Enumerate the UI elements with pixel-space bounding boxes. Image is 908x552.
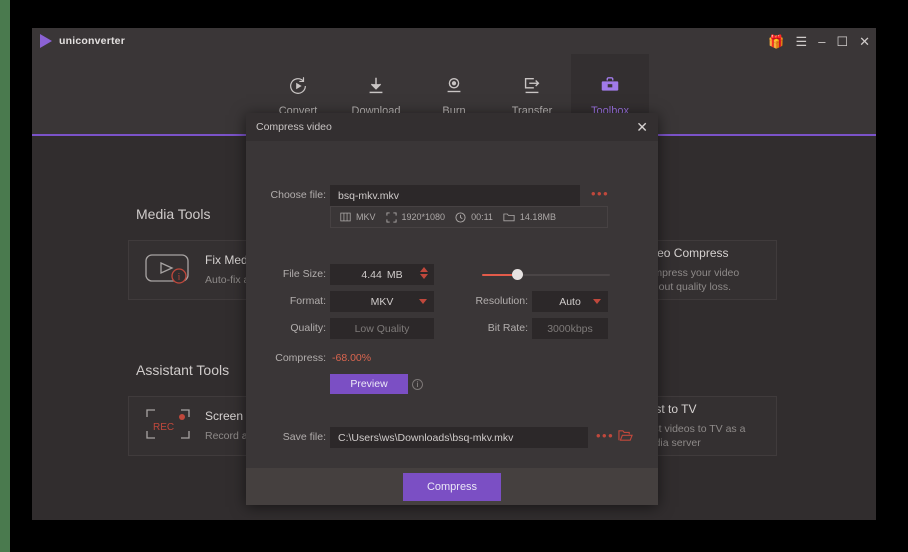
folder-icon	[503, 213, 515, 222]
resolution-icon	[385, 211, 397, 223]
film-icon	[340, 212, 351, 222]
bit-rate-label: Bit Rate:	[487, 322, 528, 334]
download-icon	[365, 74, 387, 98]
folder-open-icon[interactable]	[618, 429, 633, 447]
burn-icon	[443, 74, 465, 98]
save-file-input[interactable]: C:\Users\ws\Downloads\bsq-mkv.mkv	[330, 427, 588, 448]
meta-format: MKV	[340, 212, 376, 222]
format-value: MKV	[370, 295, 394, 308]
card-text-cast-to-tv: Cast to TV Cast videos to TV as a media …	[640, 402, 760, 450]
app-brand: uniconverter	[32, 34, 125, 48]
quality-label: Quality:	[290, 322, 326, 334]
choose-file-input[interactable]: bsq-mkv.mkv	[330, 185, 580, 206]
preview-info-icon[interactable]: i	[412, 379, 423, 390]
fix-media-icon: i	[145, 252, 191, 289]
app-logo-icon	[40, 34, 52, 48]
dialog-close-icon[interactable]: ✕	[636, 120, 648, 134]
svg-text:REC: REC	[153, 422, 174, 433]
compress-submit-button[interactable]: Compress	[403, 472, 501, 501]
screen-recorder-icon: REC	[145, 407, 191, 446]
compression-slider-handle[interactable]	[512, 269, 523, 280]
maximize-button[interactable]: ☐	[836, 35, 848, 48]
desktop-background: uniconverter 🎁 ☰ – ☐ ✕ Convert Download …	[0, 0, 908, 552]
card-text-video-compress: Video Compress Compress your video witho…	[640, 246, 760, 294]
resolution-value: Auto	[559, 295, 581, 308]
dialog-header: Compress video ✕	[246, 113, 658, 141]
meta-size-value: 14.18MB	[519, 212, 556, 222]
choose-file-browse-button[interactable]: •••	[591, 186, 609, 201]
file-size-label: File Size:	[282, 268, 326, 280]
menu-icon[interactable]: ☰	[796, 35, 808, 48]
app-brand-name: uniconverter	[59, 35, 125, 47]
file-size-stepper[interactable]: 4.44 MB	[330, 264, 434, 285]
dialog-title: Compress video	[256, 121, 332, 133]
transfer-icon	[521, 74, 543, 98]
chevron-down-icon	[419, 299, 427, 304]
dialog-footer: Compress	[246, 468, 658, 505]
file-size-unit: MB	[386, 268, 403, 281]
close-button[interactable]: ✕	[859, 35, 870, 48]
minimize-button[interactable]: –	[818, 35, 825, 48]
compress-ratio-label: Compress:	[275, 352, 326, 364]
resolution-label: Resolution:	[475, 295, 528, 307]
compress-video-dialog: Compress video ✕ Choose file: bsq-mkv.mk…	[246, 113, 658, 505]
save-file-browse-button[interactable]: •••	[596, 428, 614, 443]
meta-duration: 00:11	[455, 211, 493, 223]
meta-resolution-value: 1920*1080	[401, 212, 446, 222]
convert-icon	[287, 74, 309, 98]
toolbox-icon	[599, 74, 621, 98]
gift-icon[interactable]: 🎁	[768, 35, 784, 48]
choose-file-label: Choose file:	[270, 189, 326, 201]
dialog-body: Choose file: bsq-mkv.mkv ••• MKV 1920*10…	[246, 141, 658, 468]
section-title-media-tools: Media Tools	[136, 206, 211, 222]
card-desc-video-compress: Compress your video without quality loss…	[640, 266, 740, 293]
chevron-down-icon	[593, 299, 601, 304]
meta-format-value: MKV	[356, 212, 376, 222]
section-title-assistant-tools: Assistant Tools	[136, 362, 230, 378]
card-title-cast-to-tv: Cast to TV	[640, 401, 697, 416]
title-bar: uniconverter 🎁 ☰ – ☐ ✕	[32, 28, 876, 54]
format-label: Format:	[289, 295, 326, 307]
file-size-value: 4.44	[361, 268, 382, 281]
file-metadata-bar: MKV 1920*1080 00:11 14.18MB	[330, 206, 608, 228]
resolution-select[interactable]: Auto	[532, 291, 608, 312]
preview-button[interactable]: Preview	[330, 374, 408, 394]
clock-icon	[455, 211, 466, 223]
meta-size: 14.18MB	[503, 212, 556, 222]
window-controls: 🎁 ☰ – ☐ ✕	[768, 28, 870, 54]
quality-value: Low Quality	[330, 318, 434, 339]
meta-resolution: 1920*1080	[385, 211, 446, 223]
file-size-spinner-icon[interactable]	[420, 267, 428, 279]
card-desc-cast-to-tv: Cast videos to TV as a media server	[640, 422, 746, 449]
format-select[interactable]: MKV	[330, 291, 434, 312]
meta-duration-value: 00:11	[471, 212, 493, 222]
desktop-left-strip	[0, 0, 10, 552]
card-title-video-compress: Video Compress	[640, 245, 729, 260]
compress-ratio-value: -68.00%	[332, 352, 372, 364]
bit-rate-value: 3000kbps	[532, 318, 608, 339]
save-file-label: Save file:	[282, 431, 326, 443]
